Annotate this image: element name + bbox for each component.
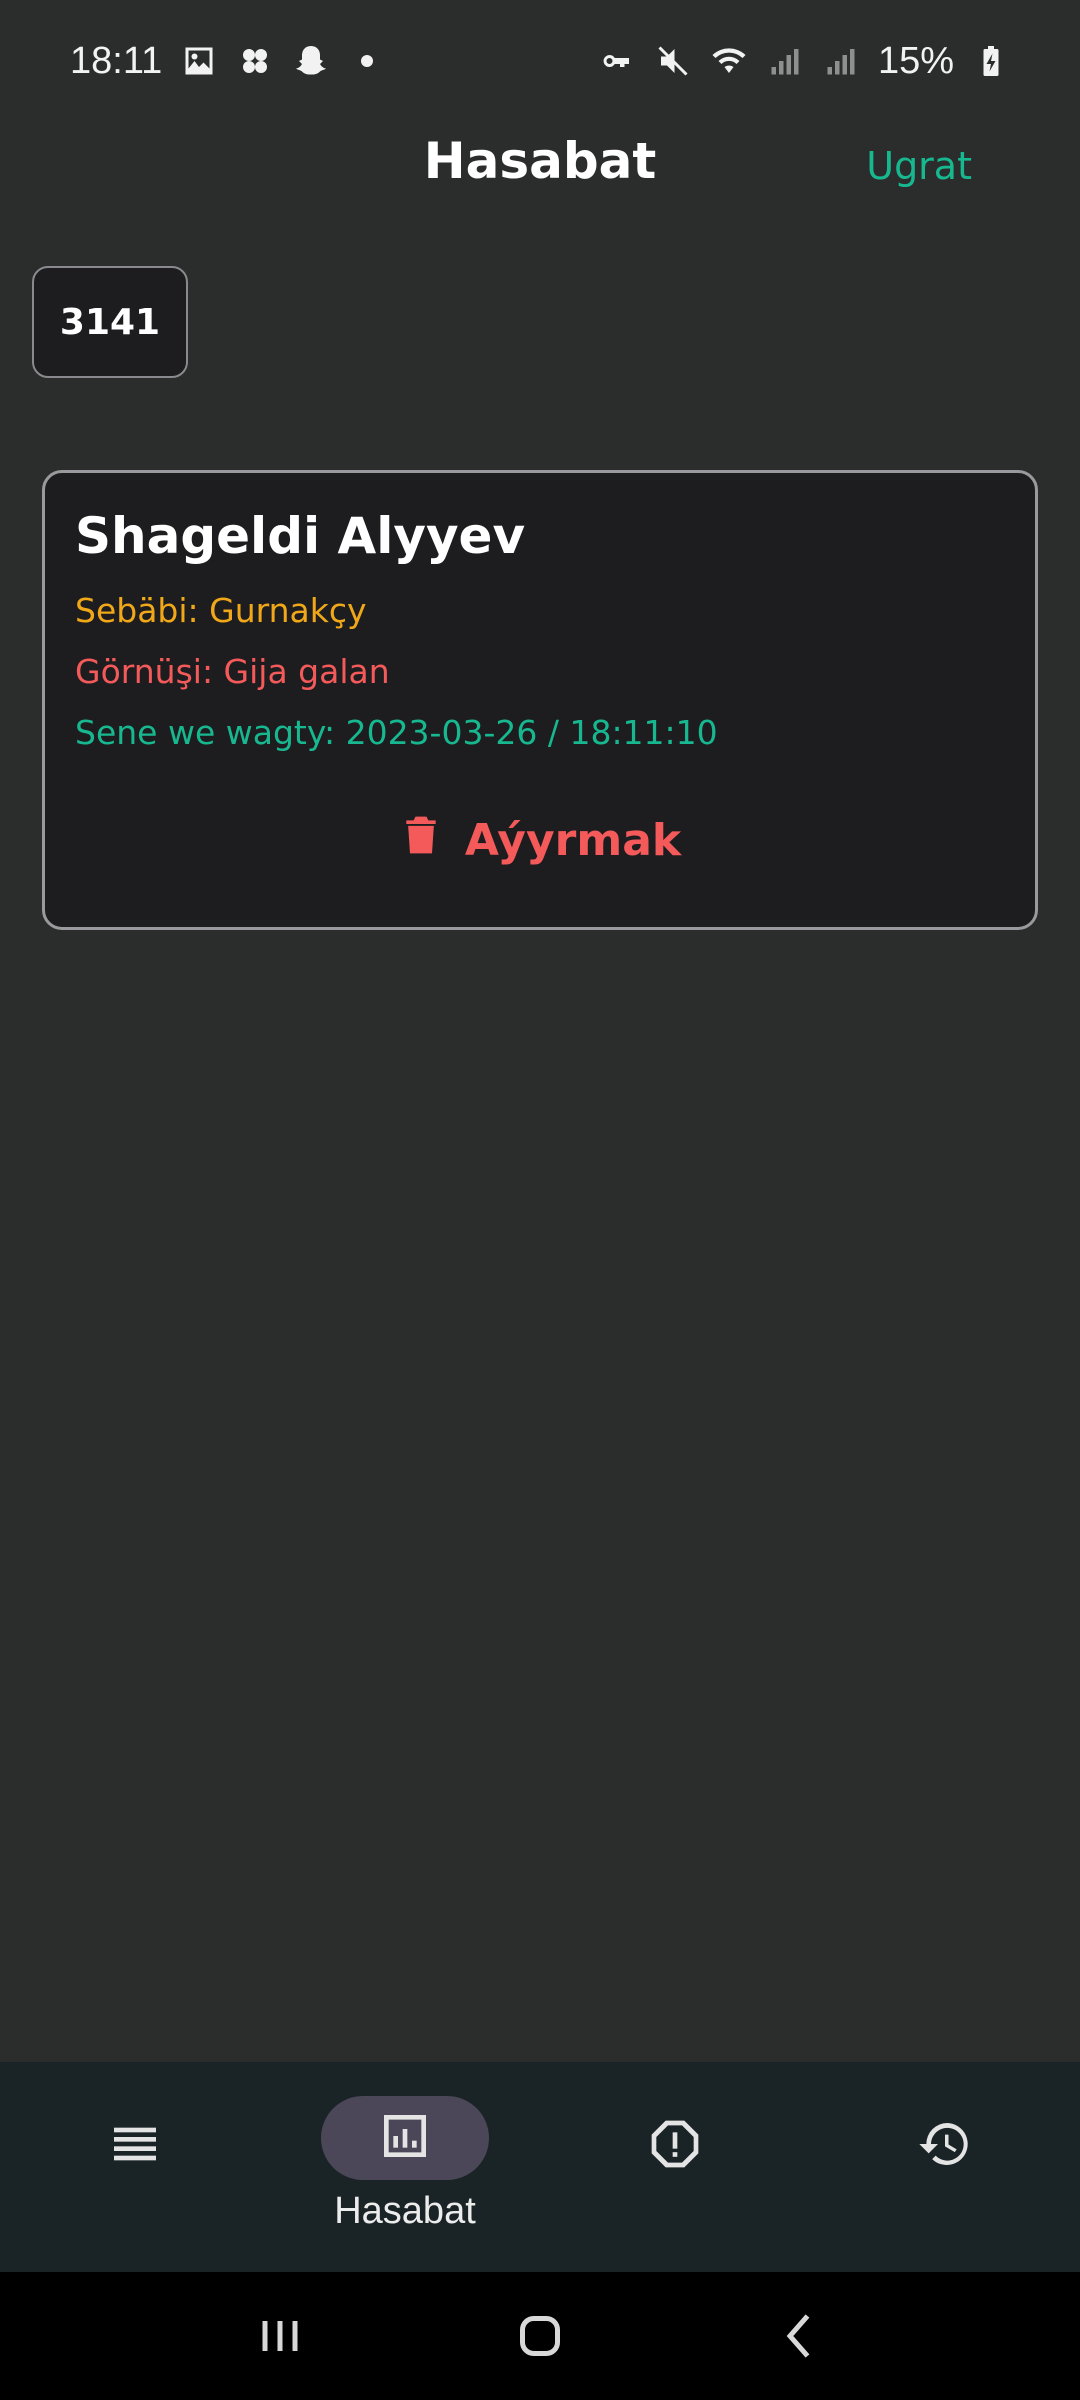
- nav-icon-container: [51, 2104, 219, 2188]
- alert-icon: [647, 2116, 703, 2176]
- nav-icon-container: [591, 2104, 759, 2188]
- system-nav-bar: [0, 2272, 1080, 2400]
- list-icon: [107, 2116, 163, 2176]
- nav-item-alerts[interactable]: [540, 2062, 810, 2272]
- history-icon: [917, 2116, 973, 2176]
- home-icon: [520, 2316, 560, 2356]
- remove-button[interactable]: Aýyrmak: [45, 813, 1035, 868]
- nav-item-report[interactable]: Hasabat: [270, 2062, 540, 2272]
- recents-button[interactable]: [240, 2296, 320, 2376]
- status-time: 18:11: [70, 39, 163, 82]
- signal-icon: [766, 42, 804, 80]
- nav-icon-container: [861, 2104, 1029, 2188]
- send-button[interactable]: Ugrat: [866, 144, 972, 188]
- battery-charging-icon: [972, 42, 1010, 80]
- record-reason: Sebäbi: Gurnakçy: [75, 591, 367, 630]
- back-icon: [786, 2314, 810, 2358]
- status-left: 18:11: [70, 40, 386, 83]
- recents-icon: [262, 2321, 298, 2351]
- number-chip[interactable]: 3141: [32, 266, 188, 378]
- wifi-icon: [710, 42, 748, 80]
- pinwheel-icon: [236, 42, 274, 80]
- vpn-key-icon: [598, 42, 636, 80]
- record-card: Shageldi Alyyev Sebäbi: Gurnakçy Görnüşi…: [42, 470, 1038, 930]
- trash-icon: [399, 813, 443, 868]
- back-button[interactable]: [760, 2296, 840, 2376]
- record-datetime: Sene we wagty: 2023-03-26 / 18:11:10: [75, 713, 718, 752]
- status-bar: 18:11 15%: [0, 0, 1080, 122]
- status-right: 15%: [598, 40, 1010, 83]
- home-button[interactable]: [500, 2296, 580, 2376]
- image-icon: [180, 42, 218, 80]
- nav-item-history[interactable]: [810, 2062, 1080, 2272]
- signal-icon: [822, 42, 860, 80]
- snapchat-icon: [292, 42, 330, 80]
- battery-percent: 15%: [877, 39, 954, 82]
- remove-label: Aýyrmak: [464, 815, 682, 866]
- dot-icon: [348, 42, 386, 80]
- nav-icon-container: [321, 2096, 489, 2180]
- app-header: Hasabat Ugrat: [0, 122, 1080, 222]
- nav-label-report: Hasabat: [334, 2190, 476, 2232]
- bottom-nav: Hasabat: [0, 2062, 1080, 2272]
- mute-icon: [654, 42, 692, 80]
- record-name: Shageldi Alyyev: [75, 507, 526, 565]
- record-type: Görnüşi: Gija galan: [75, 652, 390, 691]
- report-chart-icon: [377, 2108, 433, 2168]
- nav-item-list[interactable]: [0, 2062, 270, 2272]
